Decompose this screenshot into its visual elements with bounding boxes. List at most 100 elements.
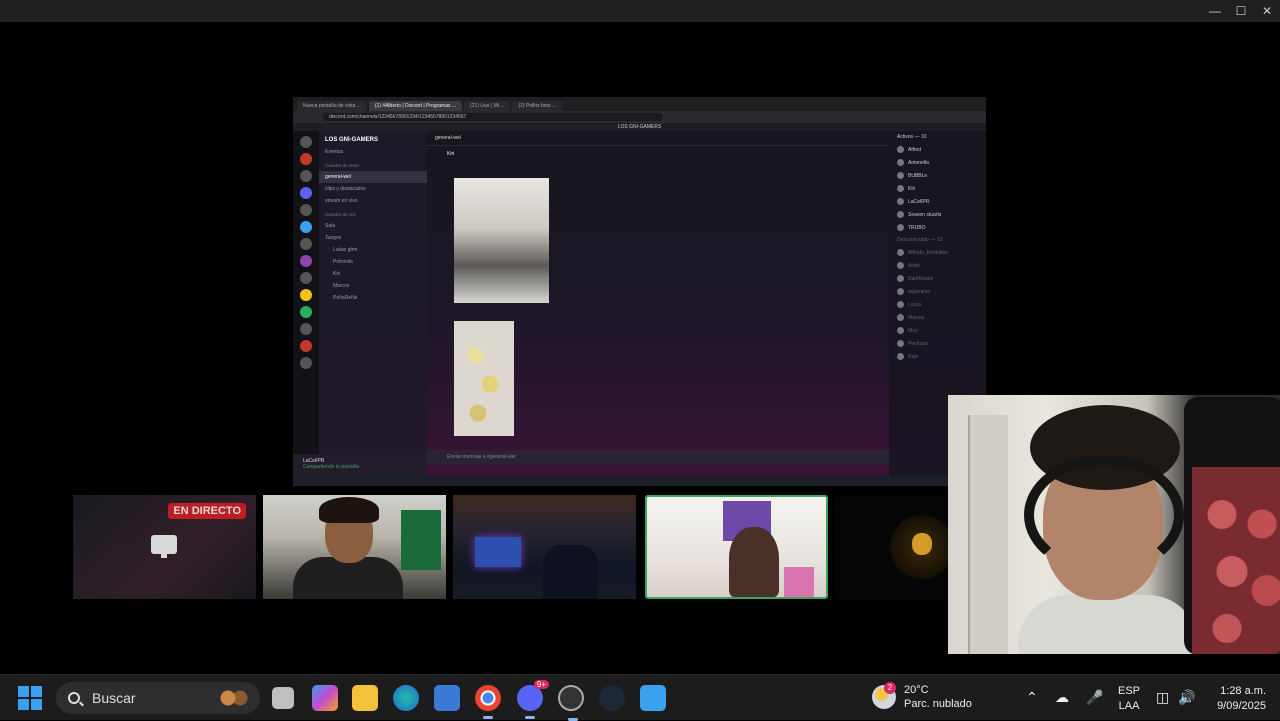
- member-item[interactable]: Moy: [889, 324, 986, 337]
- member-item[interactable]: TRUBO: [889, 221, 986, 234]
- task-view-icon[interactable]: [272, 687, 294, 709]
- browser-tab-active[interactable]: (1) #Alberto | Discord | Programas ...: [368, 101, 463, 111]
- member-item[interactable]: Seaven stuarts: [889, 208, 986, 221]
- voice-user[interactable]: Lukas ghm: [319, 244, 427, 256]
- avatar: [897, 340, 904, 347]
- taskbar-search[interactable]: Buscar: [56, 682, 260, 714]
- close-icon[interactable]: ✕: [1254, 0, 1280, 22]
- member-item[interactable]: Alfred: [889, 143, 986, 156]
- obs-icon[interactable]: [558, 685, 584, 721]
- channel-category[interactable]: Canales de texto: [319, 158, 427, 171]
- shared-screen[interactable]: Nueva pestaña de vista ... (1) #Alberto …: [293, 97, 986, 486]
- chrome-icon[interactable]: [475, 685, 501, 719]
- weather-badge: 2: [884, 682, 896, 694]
- food-photo[interactable]: [454, 321, 514, 436]
- member-name: Rojo: [908, 353, 919, 360]
- avatar: [897, 262, 904, 269]
- clock-date: 9/09/2025: [1217, 700, 1266, 712]
- server-icon[interactable]: [300, 306, 312, 318]
- message-input[interactable]: Enviar mensaje a #general-wel: [427, 450, 889, 464]
- phone-food-image: [1192, 467, 1280, 654]
- server-icon[interactable]: [300, 357, 312, 369]
- member-item[interactable]: Piedrazo: [889, 337, 986, 350]
- browser-tab[interactable]: (21) Live | Mi ...: [464, 101, 511, 111]
- server-name[interactable]: LOS GNI-GAMERS: [319, 131, 427, 146]
- file-explorer-icon[interactable]: [352, 685, 378, 711]
- voice-user[interactable]: PeñaDeNe: [319, 292, 427, 304]
- server-icon[interactable]: [300, 153, 312, 165]
- member-item[interactable]: Lucas: [889, 298, 986, 311]
- cloud-icon[interactable]: ☁: [1055, 689, 1069, 706]
- channel-item[interactable]: clips y destacados: [319, 183, 427, 195]
- offline-header: Desconectado — 13: [897, 237, 943, 243]
- discord-title: LOS GNI-GAMERS: [293, 123, 986, 131]
- participant-tile[interactable]: [835, 495, 948, 599]
- headset-icon: [1024, 455, 1184, 575]
- app-icon[interactable]: [640, 685, 666, 711]
- volume-icon[interactable]: 🔊: [1178, 689, 1195, 706]
- voice-user[interactable]: Kiri: [319, 268, 427, 280]
- channel-item[interactable]: stream en vivo: [319, 195, 427, 207]
- member-item[interactable]: LaCelIPR: [889, 195, 986, 208]
- minimize-icon[interactable]: —: [1202, 0, 1228, 22]
- server-icon[interactable]: [300, 170, 312, 182]
- member-item[interactable]: Rojo: [889, 350, 986, 363]
- browser-tab[interactable]: Nueva pestaña de vista ...: [297, 101, 367, 111]
- channel-item[interactable]: Eventos: [319, 146, 427, 158]
- server-icon[interactable]: [300, 221, 312, 233]
- member-item[interactable]: DarkMaster: [889, 272, 986, 285]
- network-icon[interactable]: ◫: [1156, 689, 1169, 706]
- server-icon[interactable]: [300, 238, 312, 250]
- member-name: esperanto: [908, 288, 931, 295]
- channel-category[interactable]: Canales de voz: [319, 207, 427, 220]
- maximize-icon[interactable]: ☐: [1228, 0, 1254, 22]
- discord-icon[interactable]: 9+: [517, 680, 549, 719]
- edge-icon[interactable]: [393, 685, 419, 711]
- server-icon[interactable]: [300, 255, 312, 267]
- chevron-up-icon[interactable]: ⌃: [1026, 689, 1038, 706]
- chat-header: general-wel: [427, 131, 889, 146]
- server-icon[interactable]: [300, 204, 312, 216]
- channel-item-selected[interactable]: general-wel: [319, 171, 427, 183]
- server-icon[interactable]: [300, 136, 312, 148]
- server-icon[interactable]: [300, 289, 312, 301]
- server-icon[interactable]: [300, 272, 312, 284]
- voice-channel[interactable]: Juegos: [319, 232, 427, 244]
- weather-widget[interactable]: 2 20°C Parc. nublado: [872, 682, 972, 711]
- voice-channel[interactable]: Sala: [319, 220, 427, 232]
- participant-tile[interactable]: [453, 495, 636, 599]
- member-name: Piedrazo: [908, 340, 928, 347]
- voice-user[interactable]: Marcos: [319, 280, 427, 292]
- member-item[interactable]: BUBBLe: [889, 169, 986, 182]
- participant-tile-speaking[interactable]: [645, 495, 828, 599]
- input-language[interactable]: ESP LAA: [1118, 684, 1140, 714]
- microphone-icon[interactable]: 🎤: [1086, 689, 1103, 706]
- member-item[interactable]: esperanto: [889, 285, 986, 298]
- search-label: Buscar: [92, 690, 136, 706]
- user-panel[interactable]: LaCelIPR Compartiendo tu pantalla: [293, 454, 427, 476]
- address-url[interactable]: discord.com/channels/12345678901234/1234…: [323, 113, 663, 121]
- participant-tile[interactable]: [263, 495, 446, 599]
- stream-tile[interactable]: EN DIRECTO: [73, 495, 256, 599]
- member-item[interactable]: Alfredo_Rebeldes: [889, 246, 986, 259]
- store-icon[interactable]: [434, 685, 460, 711]
- server-icon[interactable]: [300, 340, 312, 352]
- steam-icon[interactable]: [599, 685, 625, 711]
- member-name: Alfred: [908, 146, 922, 153]
- browser-tab[interactable]: (2) Pollos bros ...: [512, 101, 563, 111]
- copilot-icon[interactable]: [312, 685, 338, 711]
- member-item[interactable]: Marcos: [889, 311, 986, 324]
- kitchen-photo[interactable]: [454, 178, 549, 303]
- weather-temp: 20°C: [904, 684, 929, 696]
- member-item[interactable]: Antonella: [889, 156, 986, 169]
- server-icon[interactable]: [300, 187, 312, 199]
- member-item[interactable]: Kiri: [889, 182, 986, 195]
- member-item[interactable]: ArdeL: [889, 259, 986, 272]
- channel-list: LOS GNI-GAMERS Eventos Canales de texto …: [319, 131, 427, 476]
- server-icon[interactable]: [300, 323, 312, 335]
- message-author[interactable]: Kiri: [447, 151, 454, 157]
- voice-user[interactable]: Petronila: [319, 256, 427, 268]
- clock[interactable]: 1:28 a.m. 9/09/2025: [1217, 684, 1266, 714]
- windows-start-icon[interactable]: [18, 686, 42, 710]
- avatar: [897, 353, 904, 360]
